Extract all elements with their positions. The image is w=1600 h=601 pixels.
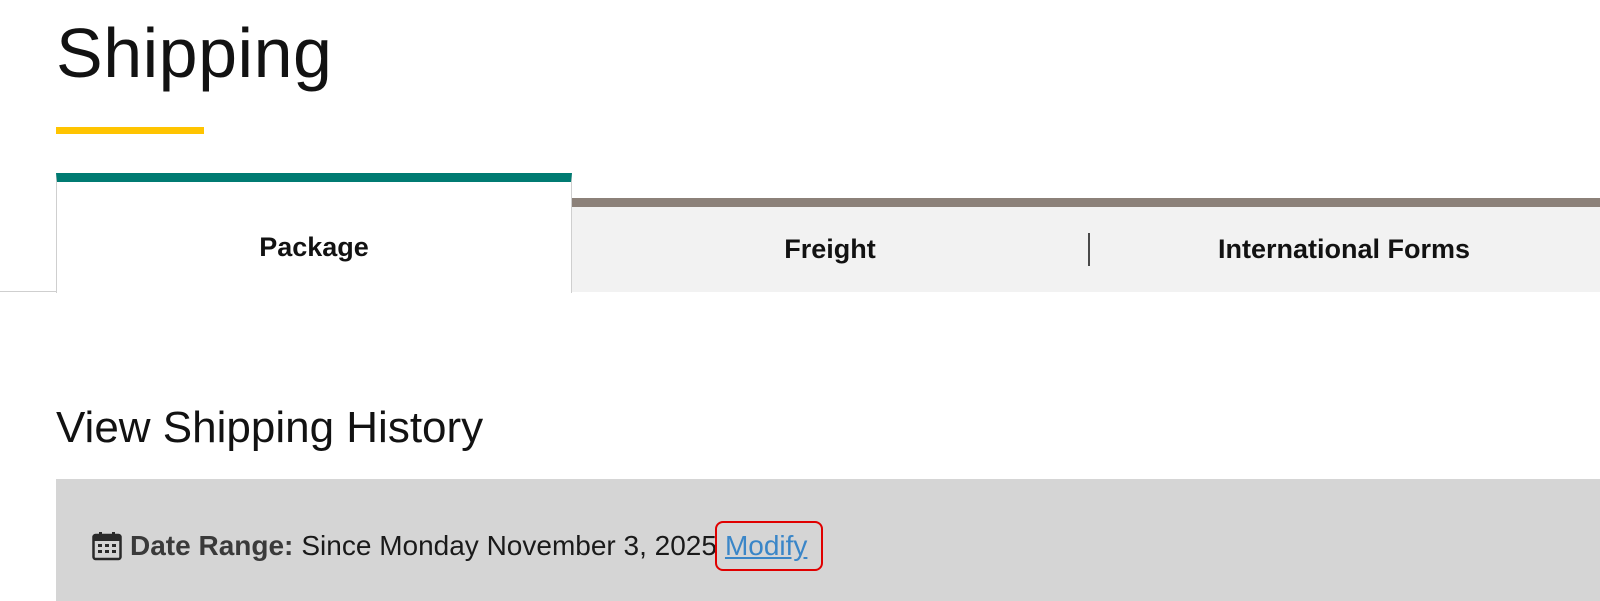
tab-international-forms[interactable]: International Forms	[1088, 198, 1600, 292]
modify-date-range-link[interactable]: Modify	[714, 521, 824, 571]
tab-international-forms-label: International Forms	[1217, 234, 1471, 264]
shipping-history-title: View Shipping History	[56, 403, 484, 452]
calendar-icon	[92, 531, 122, 561]
date-range-row: Date Range: Since Monday November 3, 202…	[92, 521, 824, 571]
tab-freight[interactable]: Freight	[572, 198, 1088, 292]
tab-package[interactable]: Package	[56, 173, 572, 293]
date-range-panel: Date Range: Since Monday November 3, 202…	[56, 479, 1600, 601]
tab-freight-label: Freight	[784, 234, 876, 264]
page-title: Shipping	[56, 14, 333, 92]
tab-package-label: Package	[259, 232, 369, 262]
date-range-label: Date Range:	[130, 530, 294, 561]
tab-divider	[1088, 233, 1090, 266]
title-underline	[56, 127, 204, 134]
date-range-value: Since Monday November 3, 2025	[301, 530, 717, 561]
